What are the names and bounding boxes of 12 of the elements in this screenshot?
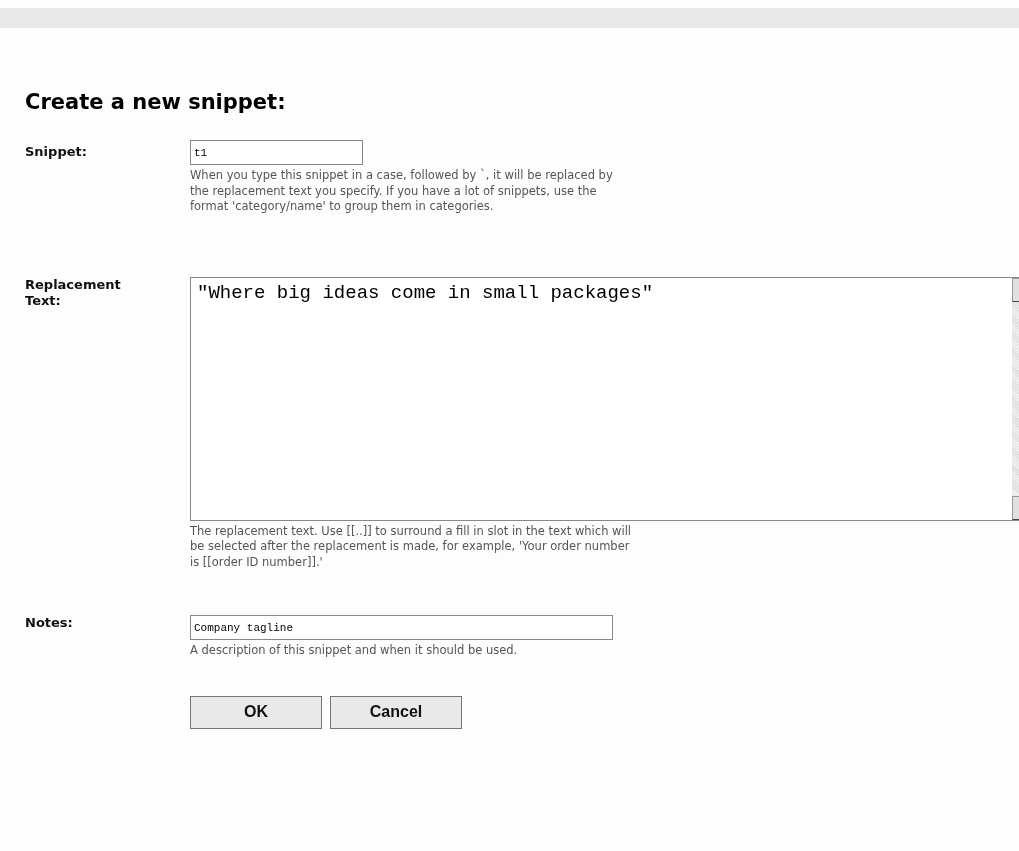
ok-button[interactable]: OK (190, 695, 322, 729)
help-text: When you type this snippet in a case, followed by `, it will be replaced by the replacement text you specify. If you have a lot of snippets, use the format 'category/name' to group them in categories. (190, 168, 614, 215)
field-label: Replacement Text: (25, 276, 122, 310)
notes-input[interactable]: Company tagline (190, 615, 613, 640)
field-label: Notes: (25, 615, 74, 632)
replacement-textarea[interactable]: "Where big ideas come in small packages" (190, 276, 1019, 521)
help-text: A description of this snippet and when it should be used. (190, 643, 519, 659)
snippet-input[interactable]: t1 (190, 140, 363, 165)
dialog-title: Create a new snippet: (25, 90, 287, 114)
field-label: Snippet: (25, 143, 88, 161)
help-text: The replacement text. Use [[..]] to surround a fill in slot in the text which will be selected after the replacement is made, for example, 'Your order number is [[order ID number]].' (190, 523, 632, 570)
cancel-button[interactable]: Cancel (330, 695, 462, 729)
